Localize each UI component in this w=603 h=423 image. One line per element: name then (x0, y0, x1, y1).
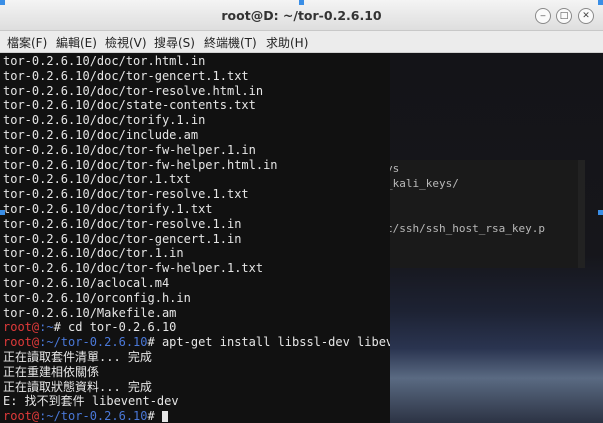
command-text: cd tor-0.2.6.10 (68, 320, 177, 335)
terminal-window: root@D: ~/tor-0.2.6.10 ‒ □ ✕ 檔案(F) 編輯(E)… (0, 0, 603, 423)
file-line: tor-0.2.6.10/doc/tor-resolve.1.txt (3, 187, 249, 202)
file-line: tor-0.2.6.10/Makefile.am (3, 305, 177, 320)
file-line: tor-0.2.6.10/doc/tor.html.in (3, 54, 206, 68)
prompt-line-current: root@:~/tor-0.2.6.10# (3, 409, 390, 423)
file-line: tor-0.2.6.10/doc/tor-fw-helper.1.in (3, 142, 256, 157)
minimize-button[interactable]: ‒ (535, 8, 551, 24)
close-icon: ✕ (582, 11, 590, 21)
file-line: tor-0.2.6.10/doc/tor-gencert.1.in (3, 231, 242, 246)
output-line: 正在重建相依關係 (3, 364, 100, 379)
prompt-sign: # (53, 320, 69, 335)
prompt-path: :~ (39, 320, 54, 335)
prompt-line-cd: root@:~# cd tor-0.2.6.10 (3, 320, 390, 335)
prompt-line-apt: root@:~/tor-0.2.6.10# apt-get install li… (3, 335, 390, 350)
file-line: tor-0.2.6.10/doc/tor-fw-helper.1.txt (3, 261, 264, 276)
menu-help[interactable]: 求助(H) (266, 34, 308, 51)
prompt-sign: # (147, 409, 162, 423)
prompt-user: root@ (3, 409, 40, 423)
window-title: root@D: ~/tor-0.2.6.10 (221, 8, 382, 23)
command-text: apt-get install libssl-dev libevent-dev … (161, 335, 390, 350)
file-line: tor-0.2.6.10/doc/torify.1.in (3, 113, 206, 128)
file-line: tor-0.2.6.10/aclocal.m4 (3, 275, 170, 290)
prompt-sign: # (147, 335, 162, 350)
file-line: tor-0.2.6.10/doc/tor-resolve.html.in (3, 83, 264, 98)
resize-handle-top-left[interactable] (0, 0, 5, 5)
menu-file[interactable]: 檔案(F) (7, 34, 47, 51)
menu-search[interactable]: 搜尋(S) (154, 34, 195, 51)
prompt-user: root@ (3, 335, 40, 350)
maximize-icon: □ (559, 11, 569, 21)
file-line: tor-0.2.6.10/orconfig.h.in (3, 290, 191, 305)
terminal-output[interactable]: tor-0.2.6.10/doc/tor.html.in tor-0.2.6.1… (0, 53, 390, 423)
resize-handle-top-right[interactable] (598, 0, 603, 5)
file-line: tor-0.2.6.10/doc/tor-gencert.1.txt (3, 68, 249, 83)
close-button[interactable]: ✕ (578, 8, 594, 24)
resize-handle-top[interactable] (299, 0, 304, 5)
resize-handle-right[interactable] (598, 210, 603, 215)
maximize-button[interactable]: □ (556, 8, 572, 24)
file-line: tor-0.2.6.10/doc/tor.1.txt (3, 172, 191, 187)
minimize-icon: ‒ (540, 11, 546, 21)
prompt-path: :~/tor-0.2.6.10 (39, 335, 148, 350)
text-cursor (161, 411, 168, 423)
menu-bar: 檔案(F) 編輯(E) 檢視(V) 搜尋(S) 終端機(T) 求助(H) (0, 31, 603, 53)
file-line: tor-0.2.6.10/doc/include.am (3, 127, 199, 142)
prompt-path: :~/tor-0.2.6.10 (39, 409, 148, 423)
prompt-user: root@ (3, 320, 40, 335)
output-line: 正在讀取套件清單... 完成 (3, 349, 152, 364)
error-line: E: 找不到套件 libevent-dev (3, 394, 179, 409)
terminal-lines: tor-0.2.6.10/doc/tor.html.in tor-0.2.6.1… (3, 54, 390, 423)
file-line: tor-0.2.6.10/doc/tor.1.in (3, 246, 184, 261)
resize-handle-left[interactable] (0, 210, 5, 215)
file-line: tor-0.2.6.10/doc/tor-resolve.1.in (3, 216, 242, 231)
file-line: tor-0.2.6.10/doc/tor-fw-helper.html.in (3, 157, 278, 172)
menu-view[interactable]: 檢視(V) (105, 34, 147, 51)
file-line: tor-0.2.6.10/doc/state-contents.txt (3, 98, 256, 113)
menu-terminal[interactable]: 終端機(T) (204, 34, 257, 51)
output-line: 正在讀取狀態資料... 完成 (3, 379, 152, 394)
menu-edit[interactable]: 編輯(E) (56, 34, 97, 51)
file-line: tor-0.2.6.10/doc/torify.1.txt (3, 201, 213, 216)
